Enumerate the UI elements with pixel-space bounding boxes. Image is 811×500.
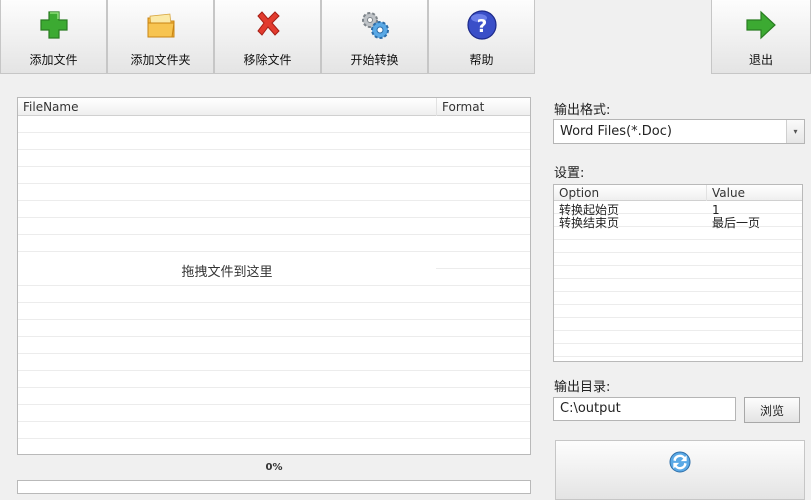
value-column-header[interactable]: Value (712, 186, 745, 200)
settings-row[interactable]: 转换结束页 (559, 217, 619, 230)
file-list[interactable]: FileName Format 拖拽文件到这里 (17, 97, 531, 455)
output-dir-label: 输出目录: (554, 380, 611, 395)
filename-column-header[interactable]: FileName (23, 100, 78, 114)
exit-button[interactable]: 退出 (711, 0, 811, 74)
help-label: 帮助 (469, 53, 494, 67)
output-format-value: Word Files(*.Doc) (560, 124, 672, 139)
setting-value: 1 (712, 203, 720, 217)
convert-refresh-icon (669, 451, 691, 473)
start-convert-button[interactable]: 开始转换 (321, 0, 428, 74)
file-list-rows (18, 116, 530, 454)
format-column-header[interactable]: Format (442, 100, 484, 114)
dropdown-arrow-icon[interactable]: ▾ (786, 120, 804, 143)
add-folder-button[interactable]: 添加文件夹 (107, 0, 214, 74)
settings-table[interactable]: Option Value 转换起始页 1 转换结束页 最后一页 (553, 184, 803, 362)
browse-button[interactable]: 浏览 (744, 397, 800, 423)
add-file-icon (39, 11, 68, 39)
help-button[interactable]: ? 帮助 (428, 0, 535, 74)
settings-label: 设置: (554, 166, 585, 181)
exit-arrow-icon (746, 10, 776, 40)
output-format-select[interactable]: Word Files(*.Doc) ▾ (553, 119, 805, 144)
setting-value: 最后一页 (712, 216, 761, 230)
output-format-label: 输出格式: (554, 103, 611, 118)
start-convert-label: 开始转换 (350, 53, 399, 67)
option-column-header[interactable]: Option (559, 186, 599, 200)
gears-icon (361, 12, 389, 39)
help-icon: ? (466, 10, 497, 40)
add-file-label: 添加文件 (29, 53, 78, 67)
setting-option: 转换结束页 (559, 216, 620, 230)
output-dir-input[interactable]: C:\output (553, 397, 736, 421)
progress-bar (17, 480, 531, 494)
remove-file-label: 移除文件 (243, 53, 292, 67)
add-folder-label: 添加文件夹 (130, 53, 191, 67)
remove-x-icon (256, 11, 280, 36)
settings-row-value[interactable]: 最后一页 (712, 217, 760, 230)
remove-file-button[interactable]: 移除文件 (214, 0, 321, 74)
folder-icon (147, 13, 175, 38)
setting-option: 转换起始页 (559, 203, 620, 217)
exit-label: 退出 (748, 53, 773, 67)
convert-button[interactable] (555, 440, 805, 500)
drop-hint: 拖拽文件到这里 (18, 261, 436, 280)
file-list-header: FileName Format (18, 98, 530, 116)
svg-text:?: ? (476, 16, 486, 37)
add-file-button[interactable]: 添加文件 (0, 0, 107, 74)
settings-header: Option Value (554, 185, 802, 201)
progress-label: 0% (265, 462, 283, 473)
